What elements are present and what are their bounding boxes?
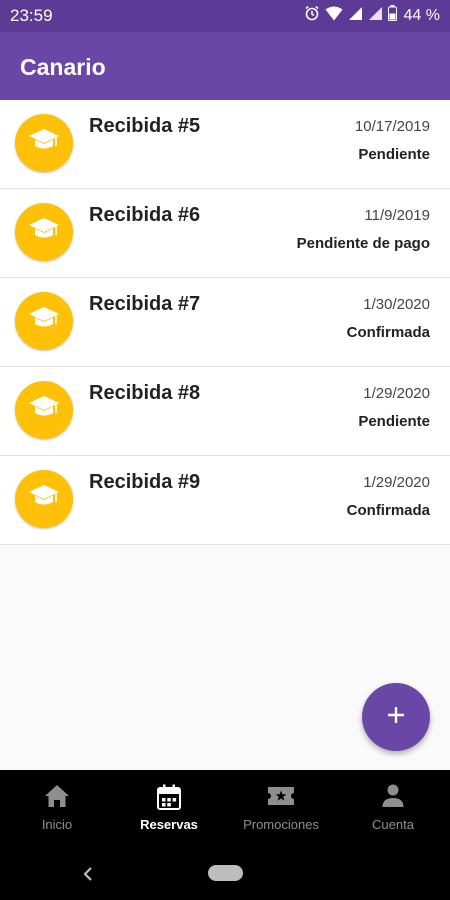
add-reservation-button[interactable] bbox=[362, 683, 430, 751]
status-time: 23:59 bbox=[10, 6, 53, 25]
graduation-cap-icon bbox=[28, 306, 60, 337]
reservation-status: Pendiente bbox=[358, 413, 430, 430]
person-icon bbox=[382, 784, 404, 810]
reservation-list: Recibida #5 10/17/2019 Pendiente Recibid… bbox=[0, 100, 450, 545]
avatar bbox=[15, 292, 73, 350]
home-icon bbox=[44, 784, 70, 810]
battery-percent: 44 % bbox=[403, 6, 440, 24]
nav-item-inicio[interactable]: Inicio bbox=[1, 770, 113, 850]
ticket-icon bbox=[267, 784, 295, 810]
graduation-cap-icon bbox=[28, 128, 60, 159]
avatar bbox=[15, 203, 73, 261]
reservation-title: Recibida #8 bbox=[89, 382, 201, 404]
status-icons: 44 % bbox=[304, 5, 440, 26]
reservation-date: 10/17/2019 bbox=[354, 118, 430, 135]
reservation-date: 1/30/2020 bbox=[363, 296, 430, 313]
nav-item-promociones[interactable]: Promociones bbox=[225, 770, 337, 850]
list-item[interactable]: Recibida #7 1/30/2020 Confirmada bbox=[0, 278, 450, 367]
nav-label: Cuenta bbox=[372, 817, 414, 832]
avatar bbox=[15, 470, 73, 528]
plus-icon bbox=[387, 706, 405, 729]
list-item[interactable]: Recibida #6 11/9/2019 Pendiente de pago bbox=[0, 189, 450, 278]
app-bar: Canario bbox=[0, 32, 450, 100]
home-pill-button[interactable] bbox=[208, 865, 243, 881]
app-title: Canario bbox=[20, 54, 106, 80]
nav-item-cuenta[interactable]: Cuenta bbox=[337, 770, 449, 850]
reservation-date: 1/29/2020 bbox=[363, 474, 430, 491]
nav-label: Reservas bbox=[140, 817, 198, 832]
status-bar: 23:59 44 % bbox=[0, 0, 450, 32]
wifi-icon bbox=[325, 6, 343, 26]
signal-icon bbox=[348, 6, 363, 26]
list-item[interactable]: Recibida #9 1/29/2020 Confirmada bbox=[0, 456, 450, 545]
avatar bbox=[15, 114, 73, 172]
reservation-title: Recibida #6 bbox=[89, 204, 201, 226]
nav-label: Inicio bbox=[41, 817, 73, 832]
reservation-status: Pendiente bbox=[358, 146, 430, 163]
system-nav-bar bbox=[0, 850, 450, 900]
graduation-cap-icon bbox=[28, 217, 60, 248]
list-item[interactable]: Recibida #5 10/17/2019 Pendiente bbox=[0, 100, 450, 189]
graduation-cap-icon bbox=[28, 484, 60, 515]
calendar-icon bbox=[157, 784, 181, 810]
avatar bbox=[15, 381, 73, 439]
nav-item-reservas[interactable]: Reservas bbox=[113, 770, 225, 850]
reservation-title: Recibida #7 bbox=[89, 293, 201, 315]
nav-label: Promociones bbox=[243, 817, 319, 832]
reservation-date: 1/29/2020 bbox=[363, 385, 430, 402]
alarm-icon bbox=[304, 5, 320, 26]
battery-icon bbox=[387, 5, 397, 26]
bottom-nav: Inicio Reservas Promociones Cuenta bbox=[0, 770, 450, 850]
reservation-title: Recibida #5 bbox=[89, 115, 201, 137]
signal-icon-2 bbox=[368, 6, 383, 26]
list-item[interactable]: Recibida #8 1/29/2020 Pendiente bbox=[0, 367, 450, 456]
reservation-status: Pendiente de pago bbox=[296, 235, 430, 252]
back-icon[interactable] bbox=[76, 862, 100, 886]
reservation-date: 11/9/2019 bbox=[364, 207, 430, 224]
reservation-title: Recibida #9 bbox=[89, 471, 201, 493]
graduation-cap-icon bbox=[28, 395, 60, 426]
reservation-status: Confirmada bbox=[346, 324, 430, 341]
reservation-status: Confirmada bbox=[346, 502, 430, 519]
